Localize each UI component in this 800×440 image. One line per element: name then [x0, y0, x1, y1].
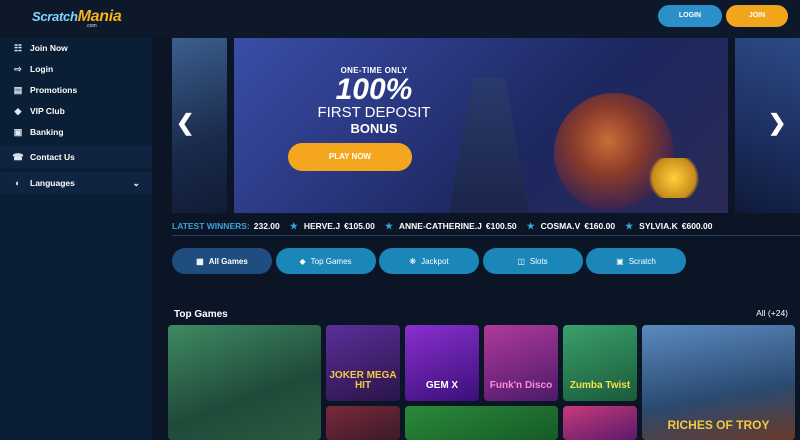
offer-percent: 100%	[335, 73, 413, 106]
game-tile-partial-3[interactable]	[563, 406, 637, 440]
game-tile-partial-1[interactable]	[326, 406, 400, 440]
tab-label: Top Games	[310, 256, 352, 266]
winners-label: LATEST WINNERS:	[172, 221, 250, 231]
winner-amount: €100.50	[485, 221, 517, 231]
game-title: Zumba Twist	[569, 380, 631, 391]
tab-label: Jackpot	[421, 256, 449, 266]
sidebar-item-languages[interactable]: ◐ Languages ⌄	[0, 172, 152, 194]
winner-name: ANNE-CATHERINE.J	[398, 221, 482, 231]
globe-icon: ◐	[15, 178, 21, 188]
game-tile-dragon[interactable]	[168, 325, 321, 440]
game-title: GEM X	[425, 380, 459, 391]
sidebar-item-login[interactable]: ⇨ Login	[0, 59, 152, 79]
divider	[172, 235, 800, 236]
banner-offer: ONE-TIME ONLY 100% FIRST DEPOSIT BONUS	[234, 66, 514, 136]
login-icon: ⇨	[14, 63, 22, 74]
game-tile-riches-of-troy[interactable]: RICHES OF TROY	[642, 325, 795, 440]
main-content: ONE-TIME ONLY 100% FIRST DEPOSIT BONUS P…	[160, 38, 800, 440]
tab-label: Slots	[529, 256, 548, 266]
winner-amount: 232.00	[253, 221, 280, 231]
tab-label: Scratch	[628, 256, 656, 266]
tab-label: All Games	[208, 256, 248, 266]
sidebar-item-label: Banking	[30, 127, 64, 137]
sidebar: ☷ Join Now ⇨ Login ▤ Promotions ◆ VIP Cl…	[0, 38, 152, 440]
tab-scratch[interactable]: ▣ Scratch	[586, 248, 686, 274]
diamond-icon: ◆	[299, 256, 306, 266]
offer-bonus: BONUS	[350, 121, 398, 136]
all-games-link[interactable]: All (+24)	[756, 308, 788, 318]
tab-all-games[interactable]: ▦ All Games	[172, 248, 272, 274]
winner-amount: €105.00	[344, 221, 375, 231]
star-icon: ★	[526, 220, 535, 231]
game-title: Funk'n Disco	[489, 380, 553, 391]
banner-gold-art	[644, 158, 704, 198]
gift-icon: ▤	[13, 84, 23, 95]
sidebar-item-vip-club[interactable]: ◆ VIP Club	[0, 101, 152, 121]
user-plus-icon: ☷	[13, 42, 23, 53]
latest-winners-ticker: LATEST WINNERS: 232.00 ★ HERVE.J €105.00…	[172, 219, 800, 233]
tab-jackpot[interactable]: ❋ Jackpot	[379, 248, 479, 274]
logo-accent: Mania	[77, 8, 122, 25]
sidebar-item-label: Contact Us	[30, 152, 75, 162]
sidebar-item-label: VIP Club	[30, 106, 65, 116]
promo-banner[interactable]: ONE-TIME ONLY 100% FIRST DEPOSIT BONUS P…	[234, 38, 728, 213]
game-category-tabs: ▦ All Games ◆ Top Games ❋ Jackpot ◫ Slot…	[172, 248, 690, 274]
winner-name: HERVE.J	[303, 221, 341, 231]
sidebar-item-banking[interactable]: ▣ Banking	[0, 122, 152, 142]
game-tile-zumba-twist[interactable]: Zumba Twist	[563, 325, 637, 401]
game-tile-gem-x[interactable]: GEM X	[405, 325, 479, 401]
top-bar: ScratchMania .com LOGIN JOIN	[0, 0, 800, 38]
chevron-left-icon[interactable]: ❮	[176, 110, 194, 136]
top-games-grid: JOKER MEGA HIT GEM X Funk'n Disco Zumba …	[168, 325, 800, 440]
star-icon: ★	[289, 220, 298, 231]
sidebar-item-label: Languages	[30, 178, 75, 188]
slots-icon: ◫	[517, 256, 525, 266]
phone-icon: ☎	[12, 151, 24, 162]
diamond-icon: ◆	[14, 105, 22, 116]
join-button[interactable]: JOIN	[726, 5, 788, 27]
jackpot-icon: ❋	[409, 256, 417, 266]
section-title: Top Games	[174, 309, 228, 320]
sidebar-item-promotions[interactable]: ▤ Promotions	[0, 80, 152, 100]
sidebar-item-join-now[interactable]: ☷ Join Now	[0, 38, 152, 58]
sidebar-item-label: Promotions	[30, 85, 78, 95]
banking-icon: ▣	[13, 126, 23, 137]
sidebar-item-contact-us[interactable]: ☎ Contact Us	[0, 146, 152, 168]
winner-name: COSMA.V	[540, 221, 581, 231]
tab-slots[interactable]: ◫ Slots	[482, 248, 583, 274]
game-tile-joker-mega-hit[interactable]: JOKER MEGA HIT	[326, 325, 400, 401]
game-title: JOKER MEGA HIT	[329, 370, 397, 391]
logo[interactable]: ScratchMania .com	[32, 8, 122, 29]
offer-subtitle: FIRST DEPOSIT	[317, 104, 431, 121]
game-title: RICHES OF TROY	[667, 418, 770, 432]
chevron-down-icon: ⌄	[132, 177, 140, 188]
logo-main: Scratch	[32, 9, 78, 24]
winner-amount: €600.00	[681, 221, 713, 231]
logo-sub: .com	[86, 23, 97, 29]
sidebar-item-label: Login	[30, 64, 54, 74]
star-icon: ★	[625, 220, 634, 231]
winner-amount: €160.00	[584, 221, 616, 231]
winner-name: SYLVIA.K	[639, 221, 678, 231]
game-tile-partial-2[interactable]	[405, 406, 558, 440]
grid-icon: ▦	[196, 256, 204, 266]
star-icon: ★	[384, 220, 393, 231]
login-button[interactable]: LOGIN	[658, 5, 722, 27]
chevron-right-icon[interactable]: ❯	[768, 110, 786, 136]
scratch-icon: ▣	[616, 256, 624, 266]
game-tile-funk-n-disco[interactable]: Funk'n Disco	[484, 325, 558, 401]
tab-top-games[interactable]: ◆ Top Games	[275, 248, 376, 274]
play-now-button[interactable]: PLAY NOW	[288, 143, 412, 171]
sidebar-item-label: Join Now	[30, 43, 68, 53]
